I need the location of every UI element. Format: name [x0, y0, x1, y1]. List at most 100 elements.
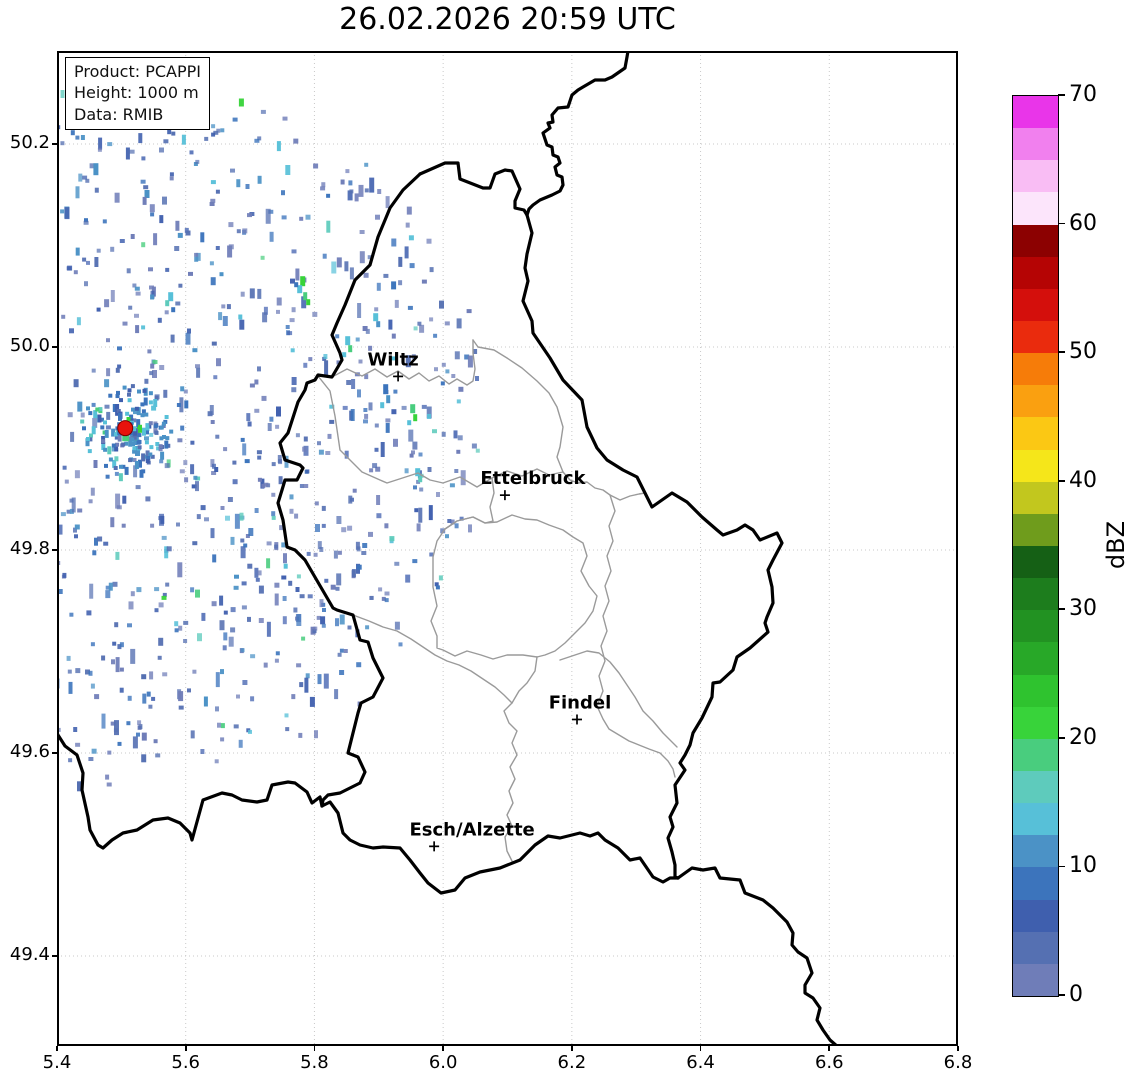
- echo-pixel: [143, 185, 149, 190]
- echo-pixel: [210, 420, 215, 424]
- echo-pixel: [190, 464, 195, 475]
- colorbar-tick-label: 50: [1069, 339, 1097, 365]
- echo-pixel: [291, 387, 297, 393]
- echo-pixel: [336, 257, 342, 268]
- echo-pixel: [87, 449, 92, 454]
- echo-pixel: [88, 411, 93, 416]
- echo-pixel: [289, 494, 294, 500]
- echo-pixel: [150, 363, 155, 369]
- city-label: Wiltz: [367, 349, 418, 370]
- echo-pixel: [151, 696, 156, 701]
- colorbar-band: [1013, 899, 1058, 932]
- echo-pixel: [105, 425, 111, 430]
- echo-pixel: [326, 193, 331, 198]
- echo-pixel: [276, 141, 281, 152]
- echo-pixel: [314, 730, 318, 739]
- echo-pixel: [372, 463, 378, 469]
- echo-pixel: [418, 452, 423, 457]
- echo-pixel: [157, 655, 162, 660]
- info-height: Height: 1000 m: [74, 83, 199, 103]
- echo-pixel: [153, 399, 158, 407]
- echo-pixel: [246, 413, 251, 422]
- echo-pixel: [304, 677, 309, 693]
- echo-pixel: [383, 384, 389, 395]
- echo-pixel: [288, 580, 293, 586]
- echo-pixel: [114, 192, 120, 203]
- echo-pixel: [239, 319, 245, 330]
- city-label: Ettelbruck: [480, 468, 586, 489]
- echo-pixel: [257, 570, 262, 576]
- echo-pixel: [234, 574, 239, 579]
- echo-pixel: [78, 173, 83, 182]
- echo-pixel: [384, 523, 389, 529]
- echo-pixel: [317, 674, 322, 685]
- echo-pixel: [91, 426, 96, 435]
- echo-pixel: [324, 360, 329, 376]
- echo-pixel: [196, 514, 201, 520]
- echo-pixel: [344, 261, 349, 272]
- echo-pixel: [105, 474, 110, 479]
- echo-pixel: [232, 460, 237, 465]
- echo-pixel: [180, 386, 185, 392]
- y-tick-mark: [52, 549, 57, 551]
- echo-pixel: [303, 292, 308, 301]
- echo-pixel: [177, 232, 183, 238]
- colorbar-band: [1013, 224, 1058, 257]
- echo-pixel: [84, 281, 88, 287]
- echo-pixel: [214, 467, 219, 472]
- echo-pixel: [468, 524, 472, 533]
- echo-pixel: [359, 251, 365, 264]
- echo-pixel: [365, 625, 370, 630]
- gridlines: [57, 51, 958, 1046]
- echo-pixel: [326, 220, 331, 233]
- echo-pixel: [220, 128, 225, 133]
- echo-pixel: [416, 523, 421, 532]
- echo-pixel: [238, 314, 243, 320]
- echo-pixel: [429, 267, 434, 273]
- echo-pixel: [75, 742, 81, 747]
- echo-pixel: [60, 90, 65, 98]
- colorbar-unit-label: dBZ: [1102, 520, 1130, 570]
- x-tick-label: 6.0: [428, 1052, 458, 1073]
- echo-pixel: [223, 447, 228, 452]
- echo-pixel: [140, 179, 146, 184]
- echo-pixel: [106, 782, 112, 787]
- echo-pixel: [164, 440, 169, 449]
- colorbar-band: [1013, 835, 1058, 868]
- echo-pixel: [171, 131, 176, 136]
- echo-pixel: [441, 362, 446, 367]
- echo-pixel: [388, 319, 393, 330]
- echo-pixel: [230, 607, 236, 613]
- echo-pixel: [287, 331, 293, 336]
- echo-pixel: [162, 672, 168, 677]
- echo-pixel: [132, 446, 137, 451]
- echo-pixel: [271, 492, 276, 497]
- echo-pixel: [269, 416, 274, 422]
- echo-pixel: [149, 445, 154, 450]
- echo-pixel: [284, 713, 289, 718]
- echo-pixel: [111, 443, 116, 448]
- echo-pixel: [115, 404, 120, 408]
- echo-pixel: [67, 412, 73, 418]
- echo-pixel: [336, 573, 342, 586]
- echo-pixel: [130, 437, 135, 442]
- echo-pixel: [358, 184, 364, 197]
- echo-pixel: [80, 419, 85, 424]
- echo-pixel: [184, 477, 189, 483]
- product-info-box: Product: PCAPPI Height: 1000 m Data: RMI…: [65, 57, 211, 131]
- echo-pixel: [93, 460, 98, 468]
- echo-pixel: [289, 508, 294, 514]
- x-tick-label: 6.8: [943, 1052, 973, 1073]
- echo-pixel: [271, 511, 276, 517]
- echo-pixel: [100, 425, 105, 430]
- echo-pixel: [305, 469, 310, 474]
- echo-pixel: [178, 705, 184, 710]
- echo-pixel: [322, 253, 327, 259]
- echo-pixel: [294, 282, 299, 288]
- echo-pixel: [144, 378, 149, 384]
- echo-pixel: [322, 608, 326, 612]
- echo-pixel: [389, 536, 395, 542]
- echo-pixel: [364, 162, 369, 167]
- echo-pixel: [375, 214, 380, 220]
- echo-pixel: [70, 130, 75, 136]
